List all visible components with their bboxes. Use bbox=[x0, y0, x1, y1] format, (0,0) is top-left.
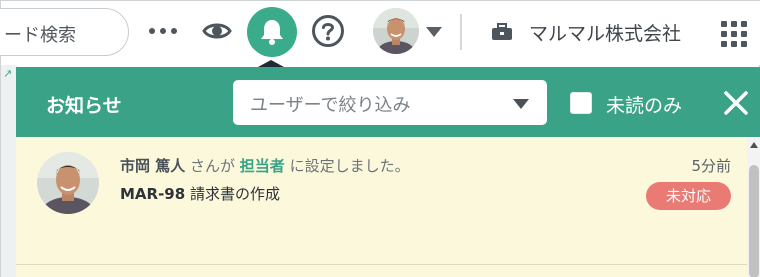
notification-field: 担当者 bbox=[239, 157, 285, 175]
apps-grid-icon[interactable] bbox=[721, 21, 747, 47]
notification-text: に設定しました。 bbox=[284, 157, 410, 175]
background-page-mark: ↗ bbox=[3, 67, 13, 80]
notifications-header: お知らせ ユーザーで絞り込み 未読のみ bbox=[16, 67, 760, 137]
scrollbar-thumb[interactable] bbox=[749, 165, 759, 277]
background-page-edge bbox=[1, 65, 17, 277]
unread-only-label[interactable]: 未読のみ bbox=[606, 91, 682, 118]
notification-text: さんが bbox=[185, 157, 240, 175]
search-input-text: ード検索 bbox=[4, 25, 76, 46]
unread-only-checkbox[interactable] bbox=[570, 92, 592, 114]
notification-actor: 市岡 篤人 bbox=[120, 157, 186, 175]
notification-issue[interactable]: MAR-98 請求書の作成 bbox=[120, 183, 280, 204]
briefcase-icon bbox=[491, 23, 513, 45]
divider bbox=[460, 14, 462, 50]
chevron-down-icon[interactable] bbox=[426, 27, 442, 37]
notification-message: 市岡 篤人 さんが 担当者 に設定しました。 bbox=[120, 155, 410, 176]
panel-title: お知らせ bbox=[46, 95, 122, 117]
search-input[interactable]: ード検索 bbox=[0, 8, 129, 56]
bell-icon[interactable] bbox=[247, 7, 297, 57]
chevron-down-icon bbox=[513, 99, 529, 109]
notifications-panel: お知らせ ユーザーで絞り込み 未読のみ 市岡 篤人 さんが 担当者 に設定しまし… bbox=[16, 67, 760, 277]
status-badge: 未対応 bbox=[645, 182, 731, 210]
close-icon[interactable] bbox=[722, 89, 750, 117]
help-icon[interactable] bbox=[310, 13, 346, 49]
organization-name[interactable]: マルマル株式会社 bbox=[529, 19, 681, 46]
notification-item[interactable]: 市岡 篤人 さんが 担当者 に設定しました。 MAR-98 請求書の作成 5分前… bbox=[16, 137, 760, 265]
more-dots-icon[interactable] bbox=[145, 13, 181, 49]
user-filter-placeholder: ユーザーで絞り込み bbox=[250, 95, 411, 116]
notification-time: 5分前 bbox=[691, 157, 731, 175]
eye-icon[interactable] bbox=[199, 13, 235, 49]
user-avatar[interactable] bbox=[373, 8, 419, 54]
top-bar: ード検索 マルマル株式会社 bbox=[0, 1, 760, 67]
avatar bbox=[37, 152, 99, 214]
issue-key: MAR-98 bbox=[120, 185, 186, 203]
scroll-up-arrow-icon[interactable] bbox=[750, 142, 758, 148]
user-filter-select[interactable]: ユーザーで絞り込み bbox=[233, 80, 547, 125]
bell-dropdown-pointer bbox=[258, 60, 284, 67]
scrollbar[interactable] bbox=[747, 137, 760, 277]
issue-title: 請求書の作成 bbox=[185, 185, 280, 203]
